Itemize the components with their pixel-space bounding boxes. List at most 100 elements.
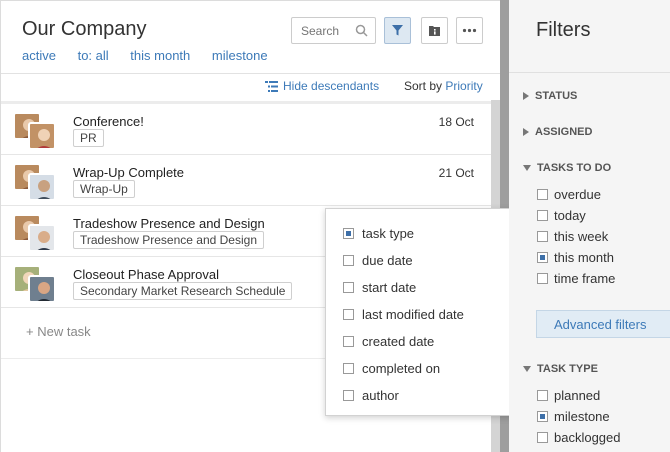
filters-panel: Filters STATUS ASSIGNED TASKS TO DO over… xyxy=(509,0,670,452)
task-date: 21 Oct xyxy=(438,166,474,180)
menu-option-created-date[interactable]: created date xyxy=(343,334,434,349)
section-task-type[interactable]: TASK TYPE xyxy=(523,363,598,375)
checkbox[interactable] xyxy=(343,282,354,293)
plus-icon: + xyxy=(26,324,34,339)
advanced-filters-button[interactable]: Advanced filters xyxy=(536,310,670,338)
checkbox[interactable] xyxy=(537,390,548,401)
menu-option-start-date[interactable]: start date xyxy=(343,280,416,295)
task-row[interactable]: Conference! PR 18 Oct xyxy=(1,104,492,155)
avatar xyxy=(28,173,56,201)
task-title[interactable]: Closeout Phase Approval xyxy=(73,267,219,282)
checkbox[interactable] xyxy=(537,411,548,422)
filter-milestone[interactable]: milestone xyxy=(537,409,610,424)
menu-option-label: task type xyxy=(362,226,415,241)
section-tasks-to-do[interactable]: TASKS TO DO xyxy=(523,162,611,174)
checkbox[interactable] xyxy=(343,309,354,320)
hide-descendants-link[interactable]: Hide descendants xyxy=(265,79,379,93)
task-tag[interactable]: Wrap-Up xyxy=(73,180,135,198)
task-row[interactable]: Wrap-Up Complete Wrap-Up 21 Oct xyxy=(1,155,492,206)
checkbox[interactable] xyxy=(537,231,548,242)
chevron-down-icon xyxy=(523,165,531,171)
search-input[interactable] xyxy=(292,18,354,43)
info-button[interactable] xyxy=(421,17,448,44)
scope-type[interactable]: milestone xyxy=(212,48,268,63)
filter-label: this month xyxy=(554,250,614,265)
menu-option-author[interactable]: author xyxy=(343,388,399,403)
page-title: Our Company xyxy=(22,18,147,40)
checkbox[interactable] xyxy=(537,273,548,284)
checkbox[interactable] xyxy=(343,255,354,266)
new-task-label: New task xyxy=(37,324,91,339)
section-label: STATUS xyxy=(535,90,578,102)
filter-overdue[interactable]: overdue xyxy=(537,187,601,202)
sort-control[interactable]: Sort by Priority xyxy=(404,79,483,93)
menu-option-label: created date xyxy=(362,334,435,349)
task-tag[interactable]: PR xyxy=(73,129,104,147)
filter-planned[interactable]: planned xyxy=(537,388,600,403)
checkbox[interactable] xyxy=(537,432,548,443)
search-icon[interactable] xyxy=(355,24,368,40)
scope-period[interactable]: this month xyxy=(130,48,190,63)
filters-title: Filters xyxy=(536,19,591,41)
new-task-button[interactable]: + New task xyxy=(26,324,91,339)
more-dots-icon xyxy=(462,28,477,33)
filters-divider xyxy=(509,72,670,73)
menu-option-task-type[interactable]: task type xyxy=(343,226,414,241)
filter-this-month[interactable]: this month xyxy=(537,250,614,265)
task-date: 18 Oct xyxy=(438,115,474,129)
task-title[interactable]: Wrap-Up Complete xyxy=(73,165,184,180)
checkbox[interactable] xyxy=(343,363,354,374)
filter-today[interactable]: today xyxy=(537,208,586,223)
section-label: ASSIGNED xyxy=(535,126,593,138)
menu-option-label: completed on xyxy=(362,361,441,376)
scope-assignee[interactable]: to: all xyxy=(78,48,109,63)
menu-option-label: author xyxy=(362,388,399,403)
filter-label: planned xyxy=(554,388,601,403)
menu-option-label: due date xyxy=(362,253,413,268)
task-tag[interactable]: Tradeshow Presence and Design xyxy=(73,231,264,249)
filter-backlogged[interactable]: backlogged xyxy=(537,430,621,445)
filter-button[interactable] xyxy=(384,17,411,44)
filter-label: time frame xyxy=(554,271,616,286)
menu-option-label: last modified date xyxy=(362,307,464,322)
task-tag[interactable]: Secondary Market Research Schedule xyxy=(73,282,293,300)
filter-label: overdue xyxy=(554,187,601,202)
checkbox[interactable] xyxy=(343,336,354,347)
checkbox[interactable] xyxy=(537,189,548,200)
filter-label: milestone xyxy=(554,409,610,424)
checkbox[interactable] xyxy=(343,390,354,401)
task-title[interactable]: Tradeshow Presence and Design xyxy=(73,216,265,231)
tree-list-icon xyxy=(265,80,278,92)
menu-option-label: start date xyxy=(362,280,417,295)
chevron-down-icon xyxy=(523,366,531,372)
checkbox[interactable] xyxy=(537,210,548,221)
filter-label: today xyxy=(554,208,586,223)
filter-label: backlogged xyxy=(554,430,621,445)
filter-time-frame[interactable]: time frame xyxy=(537,271,615,286)
menu-option-completed-on[interactable]: completed on xyxy=(343,361,440,376)
funnel-icon xyxy=(392,25,403,36)
chevron-right-icon xyxy=(523,92,529,100)
scope-active[interactable]: active xyxy=(22,48,56,63)
section-status[interactable]: STATUS xyxy=(523,90,577,102)
avatar xyxy=(28,275,56,303)
sort-value[interactable]: Priority xyxy=(445,79,482,93)
menu-option-due-date[interactable]: due date xyxy=(343,253,413,268)
filter-label: this week xyxy=(554,229,609,244)
avatar xyxy=(28,224,56,252)
task-title[interactable]: Conference! xyxy=(73,114,144,129)
sort-prefix: Sort by xyxy=(404,79,443,93)
menu-option-last-modified[interactable]: last modified date xyxy=(343,307,464,322)
section-label: TASKS TO DO xyxy=(537,162,612,174)
more-button[interactable] xyxy=(456,17,483,44)
advanced-filters-menu: task type due date start date last modif… xyxy=(325,208,532,416)
section-assigned[interactable]: ASSIGNED xyxy=(523,126,592,138)
checkbox[interactable] xyxy=(537,252,548,263)
chevron-right-icon xyxy=(523,128,529,136)
section-label: TASK TYPE xyxy=(537,363,598,375)
info-folder-icon xyxy=(429,26,440,36)
hide-descendants-label: Hide descendants xyxy=(283,79,380,93)
checkbox[interactable] xyxy=(343,228,354,239)
filter-this-week[interactable]: this week xyxy=(537,229,608,244)
search-box xyxy=(291,17,376,44)
